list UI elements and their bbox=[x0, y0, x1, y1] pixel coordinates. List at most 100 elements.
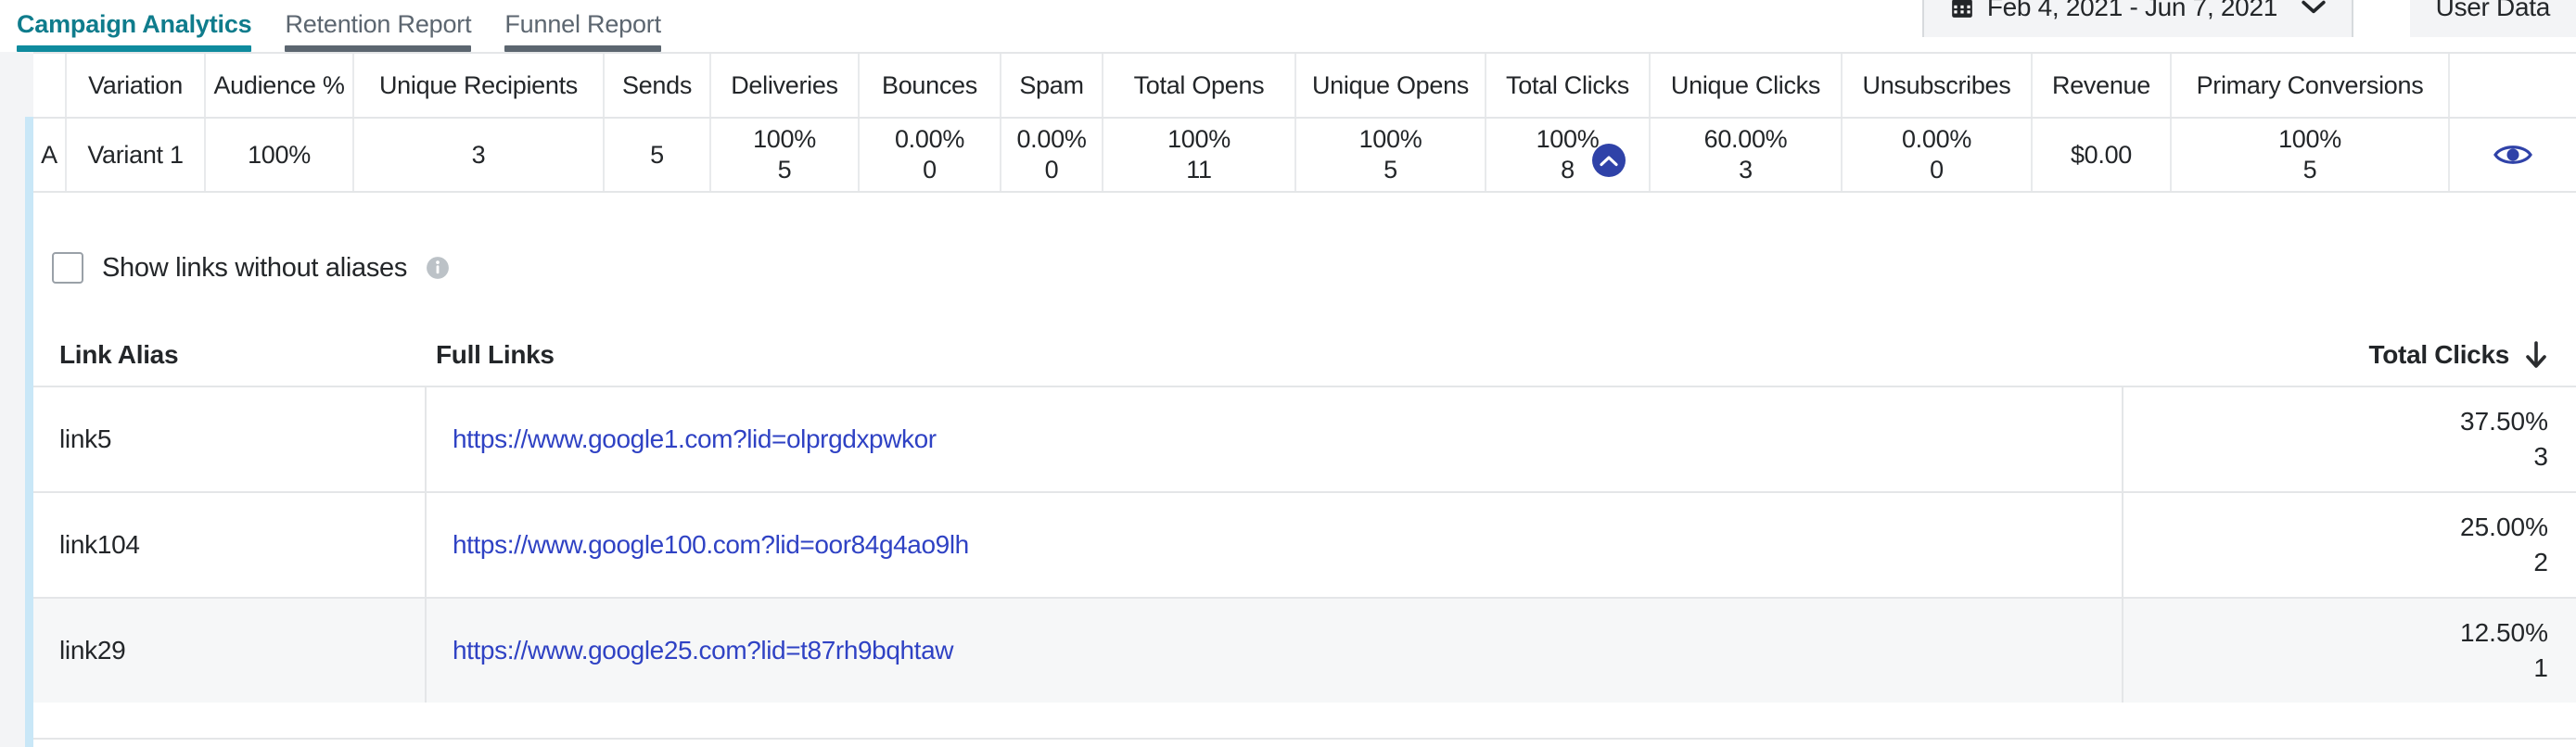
tab-funnel-report-label: Funnel Report bbox=[504, 10, 661, 38]
links-column-header-total-clicks-label: Total Clicks bbox=[2369, 340, 2509, 370]
date-range-picker[interactable]: Feb 4, 2021 - Jun 7, 2021 bbox=[1922, 0, 2353, 37]
chevron-down-icon bbox=[2302, 0, 2326, 15]
link-clicks-count: 1 bbox=[2533, 652, 2548, 684]
cell-unsubscribes: 0.00% 0 bbox=[1843, 119, 2033, 191]
column-header-total-opens[interactable]: Total Opens bbox=[1103, 54, 1296, 117]
cell-deliveries-pct: 100% bbox=[753, 125, 816, 154]
show-links-without-aliases-label: Show links without aliases bbox=[102, 253, 407, 284]
link-full-url[interactable]: https://www.google1.com?lid=olprgdxpwkor bbox=[453, 424, 937, 454]
cell-total-clicks-pct: 100% bbox=[1537, 125, 1600, 154]
show-links-without-aliases-checkbox[interactable] bbox=[52, 252, 83, 284]
link-full-url-cell: https://www.google25.com?lid=t87rh9bqhta… bbox=[427, 599, 2123, 703]
link-alias: link104 bbox=[33, 493, 427, 597]
table-row[interactable]: link104 https://www.google100.com?lid=oo… bbox=[33, 491, 2576, 597]
info-icon[interactable] bbox=[426, 256, 450, 280]
cell-unique-clicks: 60.00% 3 bbox=[1651, 119, 1843, 191]
column-header-total-clicks[interactable]: Total Clicks bbox=[1486, 54, 1651, 117]
cell-sends: 5 bbox=[605, 119, 711, 191]
cell-total-opens-count: 11 bbox=[1186, 156, 1211, 184]
calendar-icon bbox=[1950, 0, 1974, 19]
column-header-audience-pct[interactable]: Audience % bbox=[206, 54, 354, 117]
links-column-header-alias[interactable]: Link Alias bbox=[33, 340, 427, 370]
link-clicks-pct: 12.50% bbox=[2460, 617, 2548, 649]
table-bottom-divider bbox=[33, 738, 2576, 740]
link-full-url-cell: https://www.google1.com?lid=olprgdxpwkor bbox=[427, 387, 2123, 491]
cell-spam: 0.00% 0 bbox=[1001, 119, 1103, 191]
cell-deliveries: 100% 5 bbox=[711, 119, 860, 191]
link-alias: link29 bbox=[33, 599, 427, 703]
cell-bounces: 0.00% 0 bbox=[860, 119, 1001, 191]
table-row[interactable]: link29 https://www.google25.com?lid=t87r… bbox=[33, 597, 2576, 703]
top-bar: Campaign Analytics Retention Report Funn… bbox=[0, 0, 2576, 52]
link-full-url[interactable]: https://www.google25.com?lid=t87rh9bqhta… bbox=[453, 636, 953, 665]
cell-preview-action[interactable] bbox=[2450, 119, 2576, 191]
cell-total-opens-pct: 100% bbox=[1167, 125, 1231, 154]
link-total-clicks: 37.50% 3 bbox=[2123, 387, 2576, 491]
cell-conversions-count: 5 bbox=[2303, 156, 2317, 184]
link-clicks-pct: 25.00% bbox=[2460, 512, 2548, 543]
tab-campaign-analytics[interactable]: Campaign Analytics bbox=[0, 10, 268, 52]
cell-unique-recipients: 3 bbox=[354, 119, 605, 191]
cell-unsubscribes-pct: 0.00% bbox=[1902, 125, 1971, 154]
tab-underline bbox=[285, 45, 471, 52]
cell-unique-clicks-pct: 60.00% bbox=[1704, 125, 1788, 154]
cell-total-opens: 100% 11 bbox=[1103, 119, 1296, 191]
column-header-sends[interactable]: Sends bbox=[605, 54, 711, 117]
cell-unsubscribes-count: 0 bbox=[1930, 156, 1944, 184]
analytics-header-row: Variation Audience % Unique Recipients S… bbox=[33, 54, 2576, 119]
links-column-header-total-clicks[interactable]: Total Clicks bbox=[2123, 340, 2576, 370]
tab-campaign-analytics-label: Campaign Analytics bbox=[17, 10, 251, 38]
cell-bounces-count: 0 bbox=[923, 156, 937, 184]
cell-audience-pct: 100% bbox=[206, 119, 354, 191]
user-data-button[interactable]: User Data bbox=[2410, 0, 2576, 37]
cell-variation: Variant 1 bbox=[67, 119, 206, 191]
column-header-unique-recipients[interactable]: Unique Recipients bbox=[354, 54, 605, 117]
cell-deliveries-count: 5 bbox=[778, 156, 792, 184]
cell-unique-opens-count: 5 bbox=[1384, 156, 1397, 184]
column-header-bounces[interactable]: Bounces bbox=[860, 54, 1001, 117]
cell-spam-count: 0 bbox=[1045, 156, 1059, 184]
links-breakdown-table: Link Alias Full Links Total Clicks link5… bbox=[33, 324, 2576, 703]
cell-unique-opens-pct: 100% bbox=[1359, 125, 1422, 154]
column-header-actions bbox=[2450, 54, 2576, 117]
report-tabs: Campaign Analytics Retention Report Funn… bbox=[0, 0, 678, 52]
cell-total-clicks-count: 8 bbox=[1561, 156, 1575, 184]
cell-total-clicks: 100% 8 bbox=[1486, 119, 1651, 191]
link-clicks-pct: 37.50% bbox=[2460, 406, 2548, 437]
tab-funnel-report[interactable]: Funnel Report bbox=[488, 10, 678, 52]
links-header-row: Link Alias Full Links Total Clicks bbox=[33, 324, 2576, 386]
table-row[interactable]: link5 https://www.google1.com?lid=olprgd… bbox=[33, 386, 2576, 491]
link-clicks-count: 2 bbox=[2533, 547, 2548, 578]
user-data-label: User Data bbox=[2436, 0, 2550, 22]
link-clicks-count: 3 bbox=[2533, 441, 2548, 473]
expand-links-toggle[interactable] bbox=[1592, 144, 1626, 177]
cell-bounces-pct: 0.00% bbox=[895, 125, 964, 154]
sort-descending-arrow-icon bbox=[2524, 341, 2548, 369]
cell-unique-opens: 100% 5 bbox=[1296, 119, 1486, 191]
analytics-data-row[interactable]: A Variant 1 100% 3 5 100% 5 0.00% 0 0.00… bbox=[33, 119, 2576, 193]
column-header-revenue[interactable]: Revenue bbox=[2033, 54, 2172, 117]
cell-revenue: $0.00 bbox=[2033, 119, 2172, 191]
link-total-clicks: 25.00% 2 bbox=[2123, 493, 2576, 597]
column-header-blank bbox=[33, 54, 67, 117]
tab-retention-report-label: Retention Report bbox=[285, 10, 471, 38]
eye-icon bbox=[2493, 141, 2532, 169]
link-full-url-cell: https://www.google100.com?lid=oor84g4ao9… bbox=[427, 493, 2123, 597]
cell-spam-pct: 0.00% bbox=[1016, 125, 1086, 154]
link-total-clicks: 12.50% 1 bbox=[2123, 599, 2576, 703]
link-full-url[interactable]: https://www.google100.com?lid=oor84g4ao9… bbox=[453, 530, 969, 560]
links-column-header-full-links[interactable]: Full Links bbox=[427, 340, 2123, 370]
column-header-variation[interactable]: Variation bbox=[67, 54, 206, 117]
tab-retention-report[interactable]: Retention Report bbox=[268, 10, 488, 52]
column-header-primary-conversions[interactable]: Primary Conversions bbox=[2172, 54, 2450, 117]
cell-variant-letter: A bbox=[33, 119, 67, 191]
tab-active-underline bbox=[17, 45, 251, 52]
show-links-without-aliases-row: Show links without aliases bbox=[52, 252, 450, 284]
column-header-deliveries[interactable]: Deliveries bbox=[711, 54, 860, 117]
left-accent-bar bbox=[25, 117, 33, 747]
column-header-spam[interactable]: Spam bbox=[1001, 54, 1103, 117]
date-range-label: Feb 4, 2021 - Jun 7, 2021 bbox=[1987, 0, 2277, 22]
column-header-unsubscribes[interactable]: Unsubscribes bbox=[1843, 54, 2033, 117]
column-header-unique-clicks[interactable]: Unique Clicks bbox=[1651, 54, 1843, 117]
column-header-unique-opens[interactable]: Unique Opens bbox=[1296, 54, 1486, 117]
